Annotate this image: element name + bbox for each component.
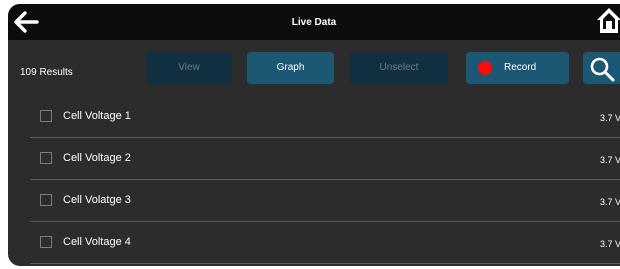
live-data-screen: Live Data 109 Results View Graph Unselec…: [8, 4, 620, 266]
row-checkbox[interactable]: [40, 236, 52, 248]
top-bar: Live Data: [8, 4, 620, 40]
row-checkbox[interactable]: [40, 110, 52, 122]
row-divider: [30, 263, 620, 264]
parameter-name: Cell Voltage 1: [63, 110, 131, 122]
list-item[interactable]: Cell Voltage 1 3.7 V: [8, 96, 620, 138]
list-item[interactable]: Cell Voltage 4 3.7 V: [8, 222, 620, 264]
page-title: Live Data: [291, 17, 337, 28]
list-item[interactable]: Cell Voltage 2 3.7 V: [8, 138, 620, 180]
row-checkbox[interactable]: [40, 152, 52, 164]
home-icon[interactable]: [596, 6, 620, 34]
unselect-button[interactable]: Unselect: [350, 52, 448, 84]
search-icon: [590, 57, 615, 82]
list-item[interactable]: Cell Volatge 3 3.7 V: [8, 180, 620, 222]
search-button[interactable]: [583, 52, 620, 84]
row-checkbox[interactable]: [40, 194, 52, 206]
parameter-value: 3.7 V: [600, 113, 620, 123]
parameter-value: 3.7 V: [600, 239, 620, 249]
parameter-value: 3.7 V: [600, 155, 620, 165]
record-dot-icon: [478, 61, 492, 75]
parameter-value: 3.7 V: [600, 197, 620, 207]
results-count: 109 Results: [20, 67, 73, 78]
graph-button[interactable]: Graph: [247, 52, 334, 84]
record-label: Record: [504, 62, 537, 73]
record-button[interactable]: Record: [466, 52, 569, 84]
parameter-name: Cell Voltage 4: [63, 236, 131, 248]
view-button[interactable]: View: [146, 52, 232, 84]
parameter-name: Cell Voltage 2: [63, 152, 131, 164]
parameter-name: Cell Volatge 3: [63, 194, 131, 206]
toolbar: 109 Results View Graph Unselect Record: [8, 40, 620, 104]
